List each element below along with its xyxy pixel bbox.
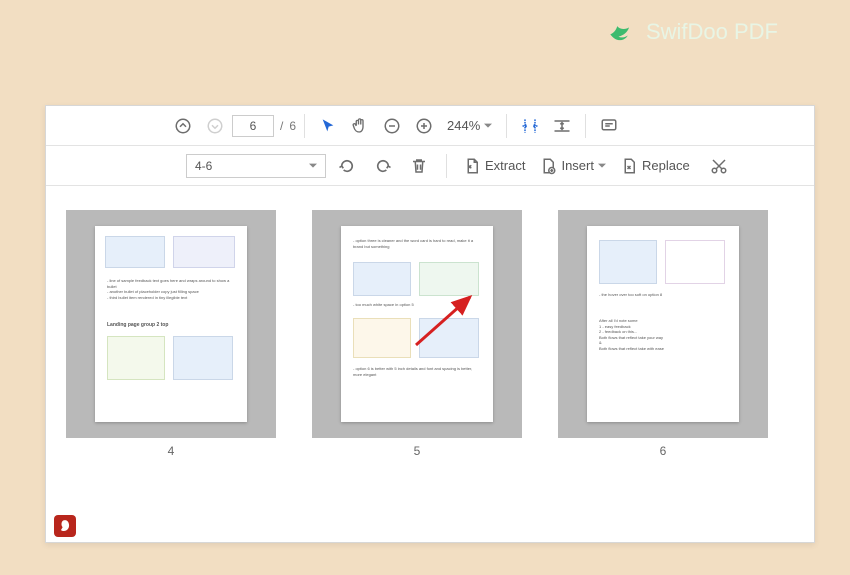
- comment-icon[interactable]: [594, 111, 624, 141]
- pdf-badge-icon: [54, 515, 76, 537]
- brand-logo: SwifDoo PDF: [608, 18, 778, 46]
- thumbnail-item[interactable]: - line of sample feedback text goes here…: [66, 210, 276, 458]
- page-range-dropdown[interactable]: 4-6: [186, 154, 326, 178]
- cut-icon[interactable]: [704, 151, 734, 181]
- app-window: / 6 244% 4-6: [45, 105, 815, 543]
- page-tools-toolbar: 4-6 Extract Insert Replace: [46, 146, 814, 186]
- thumbnail-page: - line of sample feedback text goes here…: [95, 226, 247, 422]
- brand-name: SwifDoo PDF: [646, 19, 778, 45]
- thumbnail-number: 5: [414, 444, 421, 458]
- page-range-value: 4-6: [195, 159, 212, 173]
- chevron-down-icon: [598, 162, 606, 170]
- thumbnail-frame: - option three is cleaner and the word c…: [312, 210, 522, 438]
- thumbnail-frame: - line of sample feedback text goes here…: [66, 210, 276, 438]
- page-number-input[interactable]: [232, 115, 274, 137]
- hand-pan-icon[interactable]: [345, 111, 375, 141]
- replace-button[interactable]: Replace: [616, 151, 694, 181]
- replace-icon: [620, 157, 638, 175]
- thumbnail-page: - option three is cleaner and the word c…: [341, 226, 493, 422]
- rotate-left-icon[interactable]: [332, 151, 362, 181]
- zoom-in-icon[interactable]: [409, 111, 439, 141]
- thumbnail-number: 6: [660, 444, 667, 458]
- chevron-down-icon: [309, 162, 317, 170]
- thumbnail-page: - the hover over too soft on option 8 Af…: [587, 226, 739, 422]
- fit-width-icon[interactable]: [515, 111, 545, 141]
- swifdoo-bird-icon: [608, 18, 636, 46]
- thumbnails-pane: - line of sample feedback text goes here…: [46, 186, 814, 468]
- insert-icon: [539, 157, 557, 175]
- arrow-up-circle-icon[interactable]: [168, 111, 198, 141]
- thumbnail-number: 4: [168, 444, 175, 458]
- rotate-right-icon[interactable]: [368, 151, 398, 181]
- zoom-out-icon[interactable]: [377, 111, 407, 141]
- toolbar-top: / 6 244%: [46, 106, 814, 146]
- cursor-select-icon[interactable]: [313, 111, 343, 141]
- insert-label: Insert: [561, 158, 594, 173]
- extract-label: Extract: [485, 158, 525, 173]
- thumbnail-item[interactable]: - option three is cleaner and the word c…: [312, 210, 522, 458]
- page-total: 6: [289, 119, 296, 133]
- fit-page-icon[interactable]: [547, 111, 577, 141]
- zoom-dropdown[interactable]: 244%: [441, 118, 498, 133]
- chevron-down-icon: [484, 122, 492, 130]
- arrow-down-circle-icon[interactable]: [200, 111, 230, 141]
- extract-button[interactable]: Extract: [459, 151, 529, 181]
- page-separator: /: [280, 119, 283, 133]
- insert-button[interactable]: Insert: [535, 151, 610, 181]
- thumbnail-frame: - the hover over too soft on option 8 Af…: [558, 210, 768, 438]
- replace-label: Replace: [642, 158, 690, 173]
- thumbnail-item[interactable]: - the hover over too soft on option 8 Af…: [558, 210, 768, 458]
- zoom-value: 244%: [447, 118, 480, 133]
- extract-icon: [463, 157, 481, 175]
- delete-page-icon[interactable]: [404, 151, 434, 181]
